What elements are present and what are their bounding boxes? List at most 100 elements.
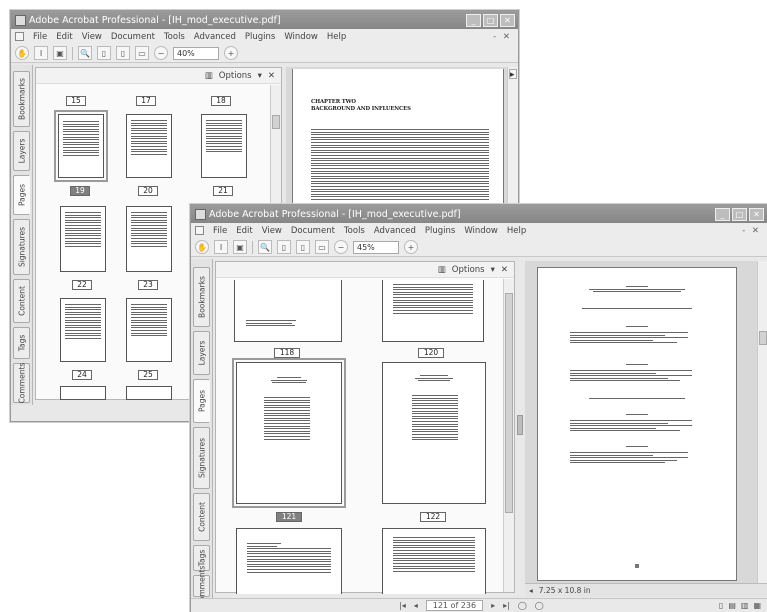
tab-content[interactable]: Content xyxy=(193,493,210,541)
fit-page-icon[interactable]: ▯ xyxy=(116,46,130,60)
fit-page-icon[interactable]: ▯ xyxy=(296,240,310,254)
tab-content[interactable]: Content xyxy=(13,279,30,323)
page-thumbnail[interactable] xyxy=(232,358,346,508)
document-menu-icon[interactable] xyxy=(15,32,24,41)
menu-edit[interactable]: Edit xyxy=(56,32,72,42)
menu-advanced[interactable]: Advanced xyxy=(374,226,416,236)
actual-size-icon[interactable]: ▯ xyxy=(97,46,111,60)
zoom-out-icon[interactable]: − xyxy=(154,46,168,60)
page-thumbnail[interactable] xyxy=(234,280,342,342)
tab-bookmarks[interactable]: Bookmarks xyxy=(13,71,30,127)
hand-tool-icon[interactable]: ✋ xyxy=(195,240,209,254)
page-thumb-label-selected[interactable]: 121 xyxy=(276,512,302,522)
page-thumb-label[interactable]: 118 xyxy=(274,348,300,358)
zoom-field[interactable]: 40% xyxy=(173,46,219,60)
tab-tags[interactable]: Tags xyxy=(13,327,30,359)
select-text-icon[interactable]: I xyxy=(34,46,48,60)
page-thumbnail[interactable] xyxy=(236,528,342,594)
zoom-in-icon[interactable]: + xyxy=(404,240,418,254)
page-thumb-label[interactable]: 23 xyxy=(138,280,158,290)
page-thumb-label[interactable]: 24 xyxy=(72,370,92,380)
panel-scrollbar[interactable] xyxy=(503,279,514,592)
page-thumb-label[interactable]: 120 xyxy=(418,348,444,358)
panel-splitter[interactable] xyxy=(517,415,523,435)
menu-window[interactable]: Window xyxy=(284,32,318,42)
page-thumb-label[interactable]: 15 xyxy=(66,96,86,106)
maximize-icon[interactable]: □ xyxy=(732,207,747,221)
tab-pages[interactable]: Pages xyxy=(13,175,30,215)
close-icon[interactable]: ✕ xyxy=(749,207,764,221)
dropdown-arrow-icon[interactable]: ▾ xyxy=(491,265,495,275)
options-icon[interactable]: ▥ xyxy=(205,71,213,81)
first-page-icon[interactable]: |◂ xyxy=(399,601,406,610)
menu-view[interactable]: View xyxy=(82,32,102,42)
tab-layers[interactable]: Layers xyxy=(193,331,210,375)
page-thumb-label[interactable]: 22 xyxy=(72,280,92,290)
menu-view[interactable]: View xyxy=(262,226,282,236)
menu-document[interactable]: Document xyxy=(291,226,335,236)
menu-tools[interactable]: Tools xyxy=(164,32,185,42)
tab-signatures[interactable]: Signatures xyxy=(193,427,210,489)
tab-comments[interactable]: Comments xyxy=(13,363,30,403)
select-text-icon[interactable]: I xyxy=(214,240,228,254)
close-icon[interactable]: ✕ xyxy=(500,13,515,27)
page-thumbnail[interactable] xyxy=(126,386,172,400)
minimize-icon[interactable]: _ xyxy=(466,13,481,27)
back-titlebar[interactable]: Adobe Acrobat Professional - [IH_mod_exe… xyxy=(11,11,518,29)
page-thumb-label[interactable]: 122 xyxy=(420,512,446,522)
panel-scroll-thumb[interactable] xyxy=(272,115,280,129)
next-page-icon[interactable]: ▸ xyxy=(491,601,495,610)
zoom-tool-icon[interactable]: 🔍 xyxy=(78,46,92,60)
page-thumbnail[interactable] xyxy=(60,386,106,400)
panel-scroll-thumb[interactable] xyxy=(505,293,513,513)
zoom-out-icon[interactable]: − xyxy=(334,240,348,254)
page-thumbnail[interactable] xyxy=(126,206,172,272)
menu-edit[interactable]: Edit xyxy=(236,226,252,236)
menu-tools[interactable]: Tools xyxy=(344,226,365,236)
menu-file[interactable]: File xyxy=(213,226,227,236)
options-icon[interactable]: ▥ xyxy=(438,265,446,275)
zoom-in-icon[interactable]: + xyxy=(224,46,238,60)
tab-comments[interactable]: Comments xyxy=(193,566,210,606)
document-scrollbar[interactable] xyxy=(757,261,767,583)
next-view-icon[interactable]: ◯ xyxy=(535,601,544,610)
previous-page-icon[interactable]: ◂ xyxy=(414,601,418,610)
menu-document[interactable]: Document xyxy=(111,32,155,42)
page-thumbnail[interactable] xyxy=(54,110,108,182)
page-thumbnail[interactable] xyxy=(382,280,484,342)
tab-layers[interactable]: Layers xyxy=(13,131,30,171)
page-counter[interactable]: 121 of 236 xyxy=(425,600,484,611)
fit-width-icon[interactable]: ▭ xyxy=(315,240,329,254)
menu-plugins[interactable]: Plugins xyxy=(245,32,275,42)
menu-doc-controls[interactable]: - ✕ xyxy=(742,226,761,236)
tab-signatures[interactable]: Signatures xyxy=(13,219,30,275)
continuous-layout-icon[interactable]: ▤ xyxy=(728,601,736,610)
menu-plugins[interactable]: Plugins xyxy=(425,226,455,236)
page-thumbnail[interactable] xyxy=(201,114,247,178)
panel-close-icon[interactable]: ✕ xyxy=(501,265,508,275)
page-thumbnail[interactable] xyxy=(382,528,486,594)
page-thumbnail[interactable] xyxy=(60,206,106,272)
panel-close-icon[interactable]: ✕ xyxy=(268,71,275,81)
scroll-left-icon[interactable]: ◂ xyxy=(529,586,533,595)
last-page-icon[interactable]: ▸| xyxy=(503,601,510,610)
hand-tool-icon[interactable]: ✋ xyxy=(15,46,29,60)
continuous-facing-layout-icon[interactable]: ▦ xyxy=(753,601,761,610)
document-scroll-thumb[interactable]: ▸ xyxy=(509,69,517,80)
previous-view-icon[interactable]: ◯ xyxy=(518,601,527,610)
document-menu-icon[interactable] xyxy=(195,226,204,235)
page-thumb-label-selected[interactable]: 19 xyxy=(70,186,90,196)
fit-width-icon[interactable]: ▭ xyxy=(135,46,149,60)
maximize-icon[interactable]: □ xyxy=(483,13,498,27)
menu-help[interactable]: Help xyxy=(327,32,346,42)
page-thumb-label[interactable]: 20 xyxy=(138,186,158,196)
page-thumb-label[interactable]: 21 xyxy=(213,186,233,196)
actual-size-icon[interactable]: ▯ xyxy=(277,240,291,254)
page-thumb-label[interactable]: 25 xyxy=(138,370,158,380)
zoom-tool-icon[interactable]: 🔍 xyxy=(258,240,272,254)
tab-bookmarks[interactable]: Bookmarks xyxy=(193,267,210,327)
page-thumbnail[interactable] xyxy=(382,362,486,504)
snapshot-icon[interactable]: ▣ xyxy=(53,46,67,60)
snapshot-icon[interactable]: ▣ xyxy=(233,240,247,254)
page-thumbnail[interactable] xyxy=(60,298,106,362)
